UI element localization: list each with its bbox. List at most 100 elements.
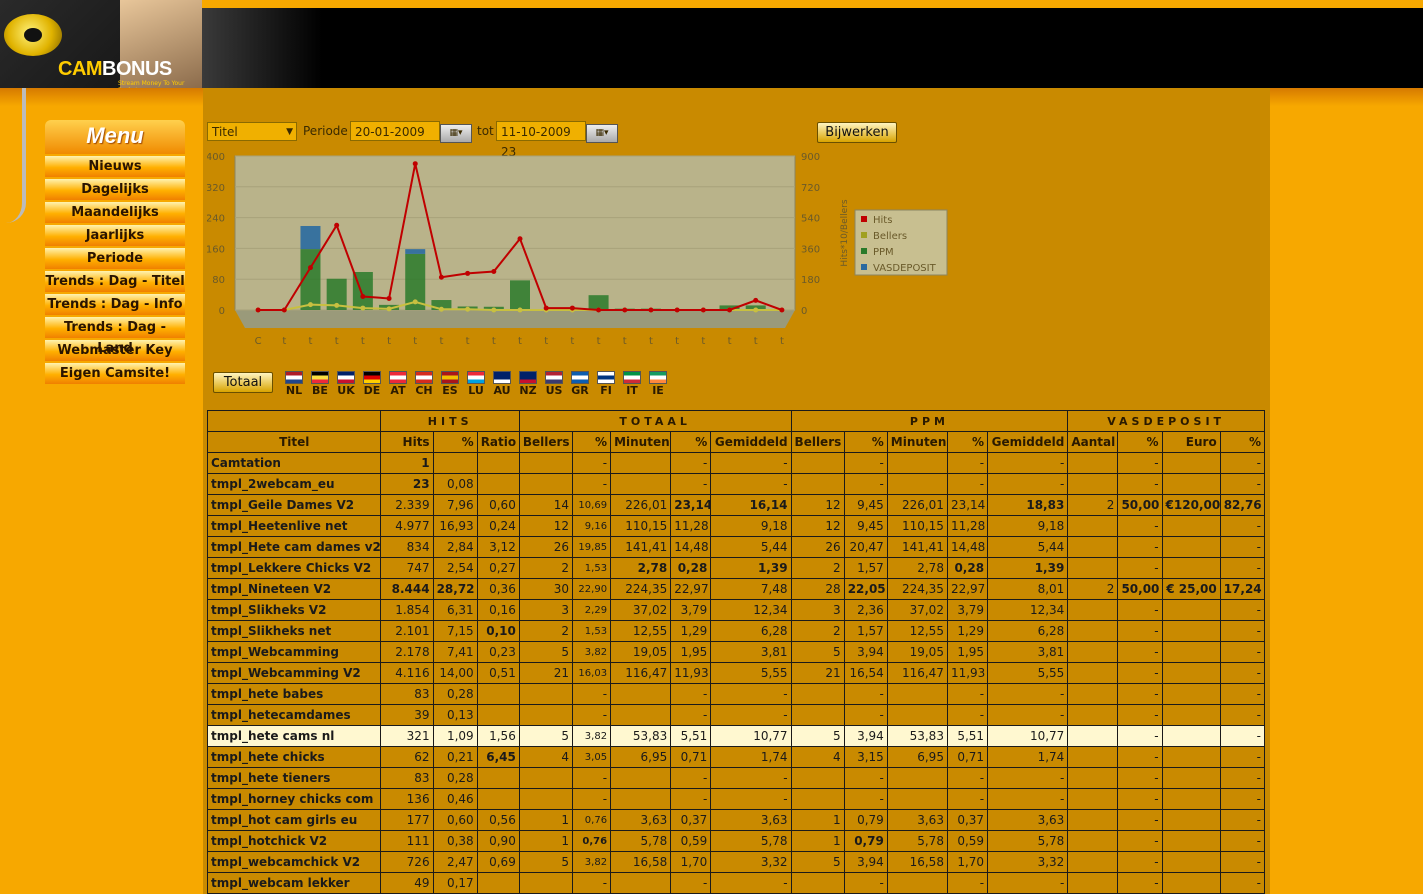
row-cell: 0,16: [476, 599, 520, 621]
row-cell: 53,83: [886, 725, 948, 747]
row-cell: 6,95: [886, 746, 948, 768]
row-cell: [1161, 620, 1221, 642]
row-cell: 9,45: [843, 515, 888, 537]
menu-item-jaarlijks[interactable]: Jaarlijks: [45, 225, 185, 246]
flag-uk[interactable]: UK: [335, 371, 357, 401]
row-cell: [610, 473, 672, 495]
row-cell: [1161, 683, 1221, 705]
row-cell: -: [1219, 872, 1266, 894]
row-cell: 0,37: [946, 809, 989, 831]
row-cell: [1067, 767, 1119, 789]
hits-point: [569, 305, 575, 311]
table-row[interactable]: tmpl_Webcamming V2 4.116 14,00 0,51 21 16,03 1…: [206, 662, 1266, 684]
col-header: Minuten: [886, 431, 948, 453]
row-title: tmpl_hot cam girls eu: [206, 809, 382, 831]
table-row[interactable]: tmpl_hete chicks 62 0,21 6,45 4 3,05 6,95 0,71 1…: [206, 746, 1266, 768]
table-row[interactable]: tmpl_hete babes 83 0,28- - - - - - - -: [206, 683, 1266, 705]
table-row[interactable]: tmpl_hete tieners 83 0,28- - - - - - - -: [206, 767, 1266, 789]
menu-item-maandelijks[interactable]: Maandelijks: [45, 202, 185, 223]
col-header: Ratio: [476, 431, 520, 453]
bellers-point: [438, 306, 444, 312]
row-cell: 1,74: [987, 746, 1069, 768]
from-calendar-icon[interactable]: ▦▾: [440, 124, 472, 143]
update-button[interactable]: Bijwerken: [817, 122, 897, 143]
row-cell: 747: [380, 557, 434, 579]
row-cell: -: [987, 704, 1069, 726]
to-date-input[interactable]: 11-10-2009 23: [496, 121, 586, 159]
flag-gr[interactable]: GR: [569, 371, 591, 401]
bellers-point: [517, 307, 523, 313]
to-calendar-icon[interactable]: ▦▾: [586, 124, 618, 143]
row-cell: 5,55: [710, 662, 792, 684]
title-select[interactable]: Titel ▼: [207, 122, 297, 141]
row-cell: -: [1117, 473, 1163, 495]
flag-au[interactable]: AU: [491, 371, 513, 401]
col-header[interactable]: Titel: [206, 431, 382, 453]
flag-fi[interactable]: FI: [595, 371, 617, 401]
to-label: tot: [477, 124, 494, 138]
flag-be[interactable]: BE: [309, 371, 331, 401]
table-row[interactable]: tmpl_Hete cam dames v2 834 2,84 3,12 26 19,85…: [206, 536, 1266, 558]
row-cell: 0,17: [432, 872, 478, 894]
table-row[interactable]: tmpl_webcam lekker 49 0,17- - - - - - - -: [206, 872, 1266, 894]
col-header: Bellers: [790, 431, 845, 453]
row-title: tmpl_hete cams nl: [206, 725, 382, 747]
flag-code: NZ: [519, 384, 537, 397]
row-cell: 26: [790, 536, 845, 558]
table-row[interactable]: tmpl_webcamchick V2 726 2,47 0,69 5 3,82 16,58…: [206, 851, 1266, 873]
totals-button[interactable]: Totaal: [213, 372, 273, 393]
flag-lu[interactable]: LU: [465, 371, 487, 401]
menu-item-eigen-camsite[interactable]: Eigen Camsite!: [45, 363, 185, 384]
table-row[interactable]: tmpl_2webcam_eu 23 0,08- - - - - - - -: [206, 473, 1266, 495]
col-header: %: [670, 431, 712, 453]
flag-ie[interactable]: IE: [647, 371, 669, 401]
row-cell: 9,18: [987, 515, 1069, 537]
row-cell: 3,63: [886, 809, 948, 831]
from-date-input[interactable]: 20-01-2009: [350, 121, 440, 141]
row-cell: [476, 704, 520, 726]
flag-us[interactable]: US: [543, 371, 565, 401]
row-title: tmpl_Slikheks V2: [206, 599, 382, 621]
table-row[interactable]: tmpl_hete cams nl 321 1,09 1,56 5 3,82 53,83 5,…: [206, 725, 1266, 747]
legend-swatch: [861, 232, 867, 238]
flag-icon: [285, 371, 303, 384]
menu-item-trends-dag-info[interactable]: Trends : Dag - Info: [45, 294, 185, 315]
table-row[interactable]: tmpl_Webcamming 2.178 7,41 0,23 5 3,82 19,05 1,…: [206, 641, 1266, 663]
row-title: tmpl_hete tieners: [206, 767, 382, 789]
menu-item-trends-dag-land[interactable]: Trends : Dag - Land: [45, 317, 185, 356]
flag-ch[interactable]: CH: [413, 371, 435, 401]
row-cell: 6,31: [432, 599, 478, 621]
row-cell: 5,44: [710, 536, 792, 558]
table-row[interactable]: tmpl_hot cam girls eu 177 0,60 0,56 1 0,76 3,6…: [206, 809, 1266, 831]
menu-item-dagelijks[interactable]: Dagelijks: [45, 179, 185, 200]
flag-de[interactable]: DE: [361, 371, 383, 401]
flag-nz[interactable]: NZ: [517, 371, 539, 401]
flag-es[interactable]: ES: [439, 371, 461, 401]
table-row[interactable]: tmpl_Slikheks V2 1.854 6,31 0,16 3 2,29 37,02 3…: [206, 599, 1266, 621]
menu-item-trends-dag-titel[interactable]: Trends : Dag - Titel: [45, 271, 185, 292]
row-cell: 2,47: [432, 851, 478, 873]
table-row[interactable]: tmpl_Geile Dames V2 2.339 7,96 0,60 14 10,69 2…: [206, 494, 1266, 516]
row-cell: [1161, 557, 1221, 579]
table-row[interactable]: tmpl_hotchick V2 111 0,38 0,90 1 0,76 5,78 0,59…: [206, 830, 1266, 852]
row-cell: 1.854: [380, 599, 434, 621]
table-row[interactable]: tmpl_Nineteen V2 8.444 28,72 0,36 30 22,90 224…: [206, 578, 1266, 600]
flag-it[interactable]: IT: [621, 371, 643, 401]
flag-at[interactable]: AT: [387, 371, 409, 401]
table-row[interactable]: tmpl_Slikheks net 2.101 7,15 0,10 2 1,53 12,55…: [206, 620, 1266, 642]
menu-item-nieuws[interactable]: Nieuws: [45, 156, 185, 177]
table-row[interactable]: Camtation 1- - - - - - - -: [206, 452, 1266, 474]
row-cell: [610, 767, 672, 789]
row-cell: [1161, 452, 1221, 474]
row-cell: 18,83: [987, 494, 1069, 516]
logo[interactable]: CAMBONUS Stream Money To Your Pocket: [0, 0, 202, 90]
table-row[interactable]: tmpl_hetecamdames 39 0,13- - - - - - - -: [206, 704, 1266, 726]
menu-item-periode[interactable]: Periode: [45, 248, 185, 269]
table-row[interactable]: tmpl_Lekkere Chicks V2 747 2,54 0,27 2 1,53 2,…: [206, 557, 1266, 579]
flag-nl[interactable]: NL: [283, 371, 305, 401]
table-row[interactable]: tmpl_Heetenlive net 4.977 16,93 0,24 12 9,16 1…: [206, 515, 1266, 537]
menu-item-webmaster-key[interactable]: Webmaster Key: [45, 340, 185, 361]
row-cell: 1,39: [710, 557, 792, 579]
table-row[interactable]: tmpl_horney chicks com 136 0,46- - - - - - - -: [206, 788, 1266, 810]
row-cell: 1,39: [987, 557, 1069, 579]
